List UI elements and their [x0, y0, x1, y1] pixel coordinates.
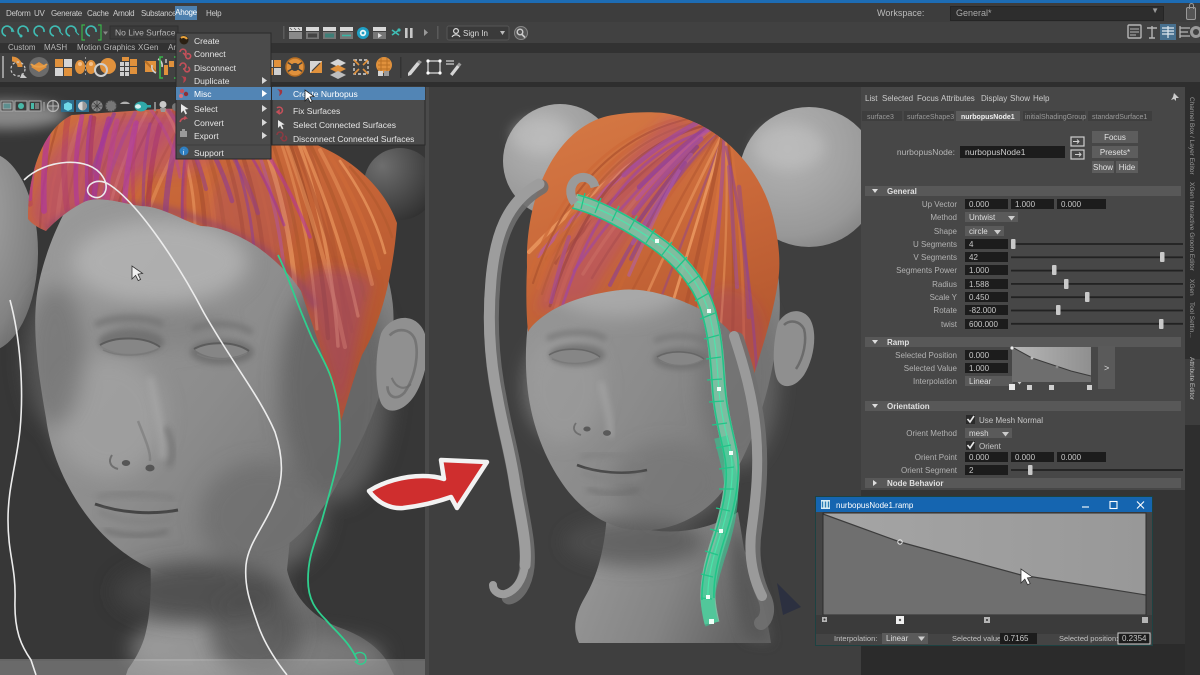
svg-text:0.000: 0.000: [969, 200, 990, 209]
svg-text:42: 42: [969, 253, 978, 262]
svg-text:Orient: Orient: [979, 442, 1002, 451]
svg-text:Segments Power: Segments Power: [896, 266, 957, 275]
svg-text:Up Vector: Up Vector: [922, 200, 957, 209]
svg-text:Orientation: Orientation: [887, 402, 930, 411]
svg-text:circle: circle: [969, 227, 988, 236]
svg-text:mesh: mesh: [969, 429, 989, 438]
svg-text:Orient Point: Orient Point: [915, 453, 958, 462]
svg-text:Use Mesh Normal: Use Mesh Normal: [979, 416, 1043, 425]
svg-text:Shape: Shape: [934, 227, 958, 236]
svg-text:Attribute Editor: Attribute Editor: [1188, 357, 1195, 401]
svg-text:0.000: 0.000: [969, 453, 990, 462]
svg-text:0.000: 0.000: [1061, 453, 1082, 462]
svg-text:>: >: [1104, 363, 1109, 373]
svg-text:1.000: 1.000: [1015, 200, 1036, 209]
svg-text:No Live Surface: No Live Surface: [115, 28, 176, 38]
svg-text:0.000: 0.000: [969, 351, 990, 360]
svg-text:XGen Interactive Groom Editor: XGen Interactive Groom Editor: [1188, 182, 1195, 272]
svg-text:0.7165: 0.7165: [1004, 634, 1029, 643]
svg-text:-82.000: -82.000: [969, 306, 997, 315]
svg-text:Node Behavior: Node Behavior: [887, 479, 943, 488]
svg-text:XGen: XGen: [1188, 279, 1195, 296]
svg-text:twist: twist: [941, 320, 958, 329]
svg-text:1.588: 1.588: [969, 280, 990, 289]
svg-text:Selected Position: Selected Position: [895, 351, 957, 360]
svg-text:V Segments: V Segments: [913, 253, 957, 262]
svg-text:Interpolation:: Interpolation:: [834, 634, 877, 643]
svg-text:Radius: Radius: [932, 280, 957, 289]
svg-text:Orient Segment: Orient Segment: [901, 466, 958, 475]
svg-text:Method: Method: [930, 213, 957, 222]
svg-text:0.000: 0.000: [1061, 200, 1082, 209]
svg-text:nurbopusNode1.ramp: nurbopusNode1.ramp: [836, 501, 914, 510]
svg-text:0.000: 0.000: [1015, 453, 1036, 462]
svg-text:1.000: 1.000: [969, 266, 990, 275]
svg-text:Linear: Linear: [886, 634, 909, 643]
svg-text:Selected value:: Selected value:: [952, 634, 1003, 643]
svg-text:Selected Value: Selected Value: [904, 364, 958, 373]
svg-text:0.450: 0.450: [969, 293, 990, 302]
svg-text:Scale Y: Scale Y: [930, 293, 958, 302]
svg-text:Rotate: Rotate: [933, 306, 957, 315]
svg-text:Selected position:: Selected position:: [1059, 634, 1118, 643]
svg-text:600.000: 600.000: [969, 320, 998, 329]
svg-text:Interpolation: Interpolation: [913, 377, 957, 386]
svg-text:Channel Box / Layer Editor: Channel Box / Layer Editor: [1188, 97, 1195, 176]
svg-text:4: 4: [969, 240, 974, 249]
svg-text:Sign In: Sign In: [463, 29, 488, 38]
svg-text:0.2354: 0.2354: [1122, 634, 1147, 643]
svg-text:Ramp: Ramp: [887, 338, 909, 347]
svg-text:Tool Settin...: Tool Settin...: [1188, 302, 1195, 338]
svg-text:2: 2: [969, 466, 974, 475]
svg-text:1.000: 1.000: [969, 364, 990, 373]
svg-text:Untwist: Untwist: [969, 213, 996, 222]
svg-text:Linear: Linear: [969, 377, 992, 386]
svg-text:Orient Method: Orient Method: [906, 429, 957, 438]
svg-text:U Segments: U Segments: [913, 240, 957, 249]
